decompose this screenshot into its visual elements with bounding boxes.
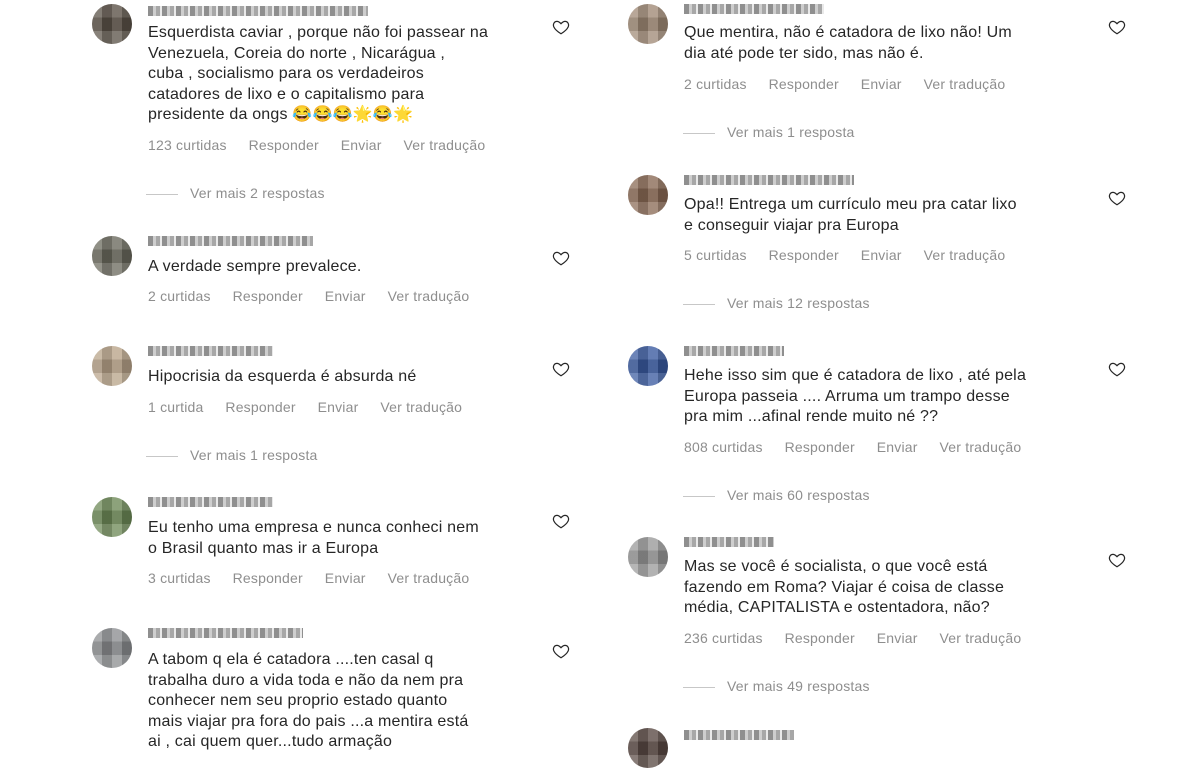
comment-text: Hipocrisia da esquerda é absurda né <box>148 368 417 385</box>
translate-button[interactable]: Ver tradução <box>924 76 1006 92</box>
likes-count[interactable]: 5 curtidas <box>684 247 747 263</box>
comment-text: Mas se você é socialista, o que você est… <box>684 558 1005 616</box>
translate-button[interactable]: Ver tradução <box>940 439 1022 455</box>
view-more-replies[interactable]: Ver mais 49 respostas <box>683 678 870 694</box>
view-more-replies[interactable]: Ver mais 1 resposta <box>683 124 855 140</box>
send-button[interactable]: Enviar <box>861 76 902 92</box>
blurred-username[interactable] <box>684 4 824 14</box>
avatar[interactable] <box>628 4 668 44</box>
comment-meta: 123 curtidas Responder Enviar Ver traduç… <box>148 137 503 153</box>
avatar[interactable] <box>92 236 132 276</box>
view-more-replies[interactable]: Ver mais 12 respostas <box>683 295 870 311</box>
avatar[interactable] <box>628 537 668 577</box>
send-button[interactable]: Enviar <box>861 247 902 263</box>
translate-button[interactable]: Ver tradução <box>388 288 470 304</box>
like-heart-icon[interactable] <box>552 18 570 36</box>
blurred-username[interactable] <box>148 236 313 246</box>
like-heart-icon[interactable] <box>1108 18 1126 36</box>
blurred-username[interactable] <box>684 175 854 185</box>
comment-text: A verdade sempre prevalece. <box>148 258 362 275</box>
translate-button[interactable]: Ver tradução <box>940 630 1022 646</box>
avatar[interactable] <box>92 346 132 386</box>
send-button[interactable]: Enviar <box>877 630 918 646</box>
avatar[interactable] <box>628 175 668 215</box>
blurred-username[interactable] <box>684 346 784 356</box>
blurred-username[interactable] <box>148 497 273 507</box>
avatar[interactable] <box>92 497 132 537</box>
left-comment-column: Esquerdista caviar , porque não foi pass… <box>0 0 600 750</box>
like-heart-icon[interactable] <box>552 512 570 530</box>
blurred-username[interactable] <box>148 628 303 638</box>
comment-meta: 2 curtidas Responder Enviar Ver tradução <box>148 288 487 304</box>
blurred-username[interactable] <box>684 537 774 547</box>
reply-button[interactable]: Responder <box>225 399 295 415</box>
send-button[interactable]: Enviar <box>341 137 382 153</box>
blurred-username[interactable] <box>148 6 368 16</box>
view-more-replies[interactable]: Ver mais 1 resposta <box>146 447 318 463</box>
view-more-replies[interactable]: Ver mais 60 respostas <box>683 487 870 503</box>
comment-text: Opa!! Entrega um currículo meu pra catar… <box>684 196 1017 234</box>
like-heart-icon[interactable] <box>1108 360 1126 378</box>
comment-meta: 1 curtida Responder Enviar Ver tradução <box>148 399 480 415</box>
likes-count[interactable]: 123 curtidas <box>148 137 227 153</box>
reply-button[interactable]: Responder <box>233 570 303 586</box>
comment-text: Esquerdista caviar , porque não foi pass… <box>148 24 489 123</box>
likes-count[interactable]: 3 curtidas <box>148 570 211 586</box>
comment-text: A tabom q ela é catadora ....ten casal q… <box>148 651 469 750</box>
avatar[interactable] <box>628 346 668 386</box>
reply-button[interactable]: Responder <box>249 137 319 153</box>
view-more-replies[interactable]: Ver mais 2 respostas <box>146 185 325 201</box>
like-heart-icon[interactable] <box>552 360 570 378</box>
avatar[interactable] <box>92 628 132 668</box>
comment-meta: 808 curtidas Responder Enviar Ver traduç… <box>684 439 1039 455</box>
send-button[interactable]: Enviar <box>318 399 359 415</box>
comment-text: Que mentira, não é catadora de lixo não!… <box>684 24 1012 62</box>
like-heart-icon[interactable] <box>1108 551 1126 569</box>
right-comment-column: Que mentira, não é catadora de lixo não!… <box>600 0 1200 768</box>
comment-meta: 236 curtidas Responder Enviar Ver traduç… <box>684 630 1039 646</box>
comment-text: Hehe isso sim que é catadora de lixo , a… <box>684 367 1027 425</box>
likes-count[interactable]: 2 curtidas <box>148 288 211 304</box>
translate-button[interactable]: Ver tradução <box>380 399 462 415</box>
likes-count[interactable]: 2 curtidas <box>684 76 747 92</box>
comment-meta: 2 curtidas Responder Enviar Ver tradução <box>684 76 1023 92</box>
likes-count[interactable]: 808 curtidas <box>684 439 763 455</box>
avatar[interactable] <box>628 728 668 768</box>
reply-button[interactable]: Responder <box>785 630 855 646</box>
like-heart-icon[interactable] <box>1108 189 1126 207</box>
blurred-username[interactable] <box>684 730 794 740</box>
translate-button[interactable]: Ver tradução <box>388 570 470 586</box>
send-button[interactable]: Enviar <box>325 288 366 304</box>
comment-text: Eu tenho uma empresa e nunca conheci nem… <box>148 519 479 557</box>
blurred-username[interactable] <box>148 346 273 356</box>
send-button[interactable]: Enviar <box>325 570 366 586</box>
translate-button[interactable]: Ver tradução <box>924 247 1006 263</box>
like-heart-icon[interactable] <box>552 249 570 267</box>
translate-button[interactable]: Ver tradução <box>404 137 486 153</box>
likes-count[interactable]: 1 curtida <box>148 399 204 415</box>
reply-button[interactable]: Responder <box>769 247 839 263</box>
comment-meta: 5 curtidas Responder Enviar Ver tradução <box>684 247 1023 263</box>
likes-count[interactable]: 236 curtidas <box>684 630 763 646</box>
comment-meta: 3 curtidas Responder Enviar Ver tradução <box>148 570 487 586</box>
like-heart-icon[interactable] <box>552 642 570 660</box>
reply-button[interactable]: Responder <box>233 288 303 304</box>
avatar[interactable] <box>92 4 132 44</box>
send-button[interactable]: Enviar <box>877 439 918 455</box>
reply-button[interactable]: Responder <box>769 76 839 92</box>
reply-button[interactable]: Responder <box>785 439 855 455</box>
